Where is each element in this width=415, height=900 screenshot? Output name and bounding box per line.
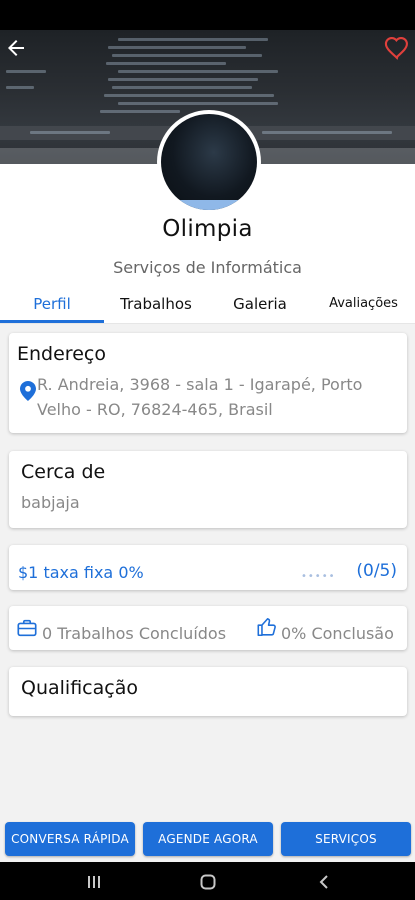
address-title: Endereço <box>17 343 106 365</box>
tab-bar: Perfil Trabalhos Galeria Avaliações <box>0 290 415 324</box>
avatar <box>157 110 261 214</box>
address-card: Endereço R. Andreia, 3968 - sala 1 - Iga… <box>9 333 407 433</box>
address-line-1: R. Andreia, 3968 - sala 1 - Igarapé, Por… <box>37 375 363 394</box>
quick-chat-button[interactable]: CONVERSA RÁPIDA <box>5 822 135 856</box>
about-card: Cerca de babjaja <box>9 451 407 528</box>
qualification-card: Qualificação <box>9 667 407 716</box>
location-pin-icon <box>20 381 36 401</box>
schedule-now-button[interactable]: AGENDE AGORA <box>143 822 273 856</box>
rating-score: (0/5) <box>356 561 397 581</box>
status-bar <box>0 0 415 30</box>
services-button[interactable]: SERVIÇOS <box>281 822 411 856</box>
profile-category: Serviços de Informática <box>113 258 302 277</box>
home-icon[interactable] <box>186 862 230 900</box>
tab-trabalhos[interactable]: Trabalhos <box>104 290 208 322</box>
about-title: Cerca de <box>21 461 106 483</box>
active-tab-indicator <box>0 320 104 323</box>
tab-avaliacoes[interactable]: Avaliações <box>312 290 415 322</box>
briefcase-icon <box>16 617 38 639</box>
fee-text: $1 taxa fixa 0% <box>18 563 144 582</box>
recents-icon[interactable] <box>72 862 116 900</box>
system-nav-bar <box>0 862 415 900</box>
completion-rate: 0% Conclusão <box>281 624 394 643</box>
thumbs-up-icon <box>256 616 278 638</box>
tab-perfil[interactable]: Perfil <box>0 290 104 322</box>
about-text: babjaja <box>21 493 80 512</box>
qualification-title: Qualificação <box>21 677 138 699</box>
profile-name: Olimpia <box>162 216 253 242</box>
star-rating: ••••• <box>301 571 336 582</box>
heart-outline-icon[interactable] <box>383 34 411 62</box>
nav-back-icon[interactable] <box>302 862 346 900</box>
address-line-2: Velho - RO, 76824-465, Brasil <box>37 400 273 419</box>
back-arrow-icon[interactable] <box>4 36 28 60</box>
stats-card: 0 Trabalhos Concluídos 0% Conclusão <box>9 606 407 650</box>
tab-galeria[interactable]: Galeria <box>208 290 312 322</box>
jobs-completed: 0 Trabalhos Concluídos <box>42 624 227 643</box>
rating-card: $1 taxa fixa 0% ••••• (0/5) <box>9 545 407 590</box>
